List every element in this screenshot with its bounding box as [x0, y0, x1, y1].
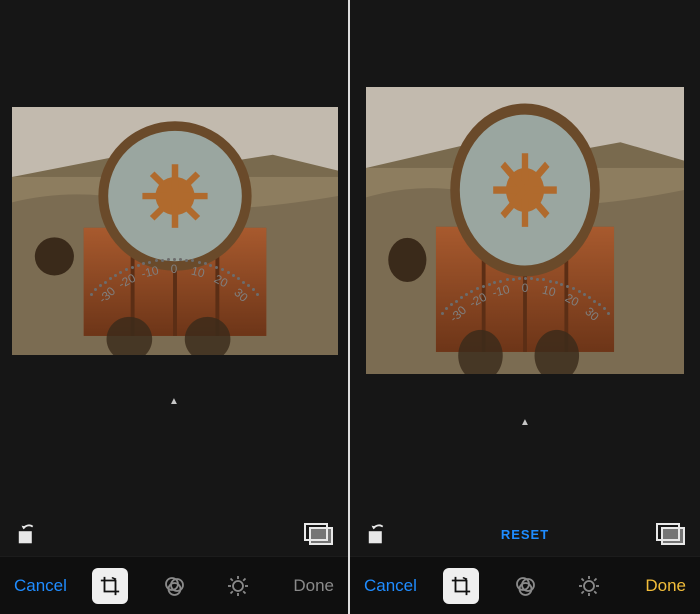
straighten-dial[interactable]: -30-20-100102030▲	[39, 356, 309, 406]
reset-button[interactable]: RESET	[501, 527, 549, 542]
bottom-bar: Cancel Done	[350, 556, 700, 614]
tab-adjust[interactable]	[571, 568, 607, 604]
dial-tick	[232, 274, 235, 277]
dial-tick	[198, 261, 201, 264]
tab-filters[interactable]	[507, 568, 543, 604]
bottom-bar: Cancel Done	[0, 556, 348, 614]
crop-handle-bl[interactable]	[12, 337, 30, 355]
dial-tick	[109, 277, 112, 280]
done-button[interactable]: Done	[289, 570, 338, 602]
dial-tick	[512, 278, 515, 281]
tab-crop[interactable]	[92, 568, 128, 604]
crop-handle-tl[interactable]	[366, 87, 384, 105]
photo-crop-area[interactable]	[366, 87, 684, 374]
dial-tick	[90, 293, 93, 296]
crop-handle-tl[interactable]	[12, 107, 30, 125]
rotate-button[interactable]	[12, 519, 46, 549]
dial-tick	[455, 300, 458, 303]
rotate-button[interactable]	[362, 519, 396, 549]
crop-subbar: RESET	[350, 512, 700, 556]
dial-tick	[482, 285, 485, 288]
aspect-ratio-button[interactable]	[654, 519, 688, 549]
dial-tick	[167, 258, 170, 261]
cancel-button[interactable]: Cancel	[360, 570, 421, 602]
dial-tick	[578, 290, 581, 293]
cancel-button[interactable]: Cancel	[10, 570, 71, 602]
tab-crop[interactable]	[443, 568, 479, 604]
dial-pointer: ▲	[520, 417, 530, 428]
dial-label: 0	[522, 281, 529, 295]
aspect-ratio-button[interactable]	[302, 519, 336, 549]
crop-handle-br[interactable]	[666, 356, 684, 374]
crop-handle-bl[interactable]	[366, 356, 384, 374]
crop-subbar	[0, 512, 348, 556]
dial-tick	[555, 281, 558, 284]
dial-label: 0	[171, 262, 178, 276]
editor-panel: -30-20-100102030▲ RESET Cancel Done	[350, 0, 700, 614]
dial-tick	[114, 274, 117, 277]
tool-tabs	[92, 568, 256, 604]
dial-tick	[524, 277, 527, 280]
dial-tick	[204, 262, 207, 265]
dial-tick	[227, 271, 230, 274]
crop-handle-tr[interactable]	[320, 107, 338, 125]
dial-pointer: ▲	[169, 396, 179, 407]
dial-tick	[161, 259, 164, 262]
done-button[interactable]: Done	[641, 570, 690, 602]
dial-tick	[131, 266, 134, 269]
dial-tick	[549, 280, 552, 283]
tool-tabs	[443, 568, 607, 604]
dial-tick	[465, 293, 468, 296]
dial-tick	[488, 283, 491, 286]
tab-filters[interactable]	[156, 568, 192, 604]
crop-handle-tr[interactable]	[666, 87, 684, 105]
dial-tick	[583, 293, 586, 296]
dial-tick	[137, 264, 140, 267]
crop-handle-br[interactable]	[320, 337, 338, 355]
dial-tick	[173, 258, 176, 261]
photo-crop-area[interactable]	[12, 107, 338, 355]
editor-panel: -30-20-100102030▲ Cancel Done	[0, 0, 350, 614]
dial-tick	[460, 296, 463, 299]
dial-tick	[104, 281, 107, 284]
dial-tick	[441, 312, 444, 315]
dial-tick	[518, 277, 521, 280]
straighten-dial[interactable]: -30-20-100102030▲	[390, 375, 660, 425]
tab-adjust[interactable]	[220, 568, 256, 604]
